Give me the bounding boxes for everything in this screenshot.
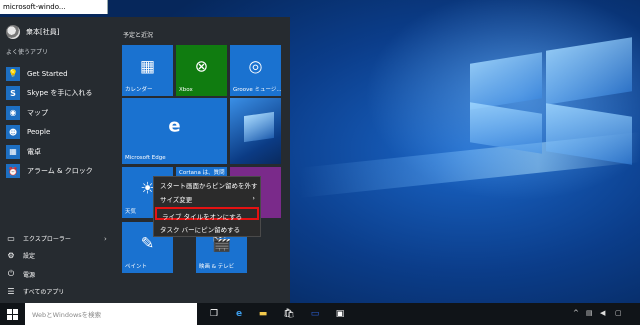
gear-icon: ⚙ [7,251,15,260]
settings-item[interactable]: ⚙ 設定 [6,251,35,260]
app-label: People [27,128,51,137]
wallpaper-logo-pane [470,52,542,110]
people-icon: ☻ [6,125,20,140]
most-used-list: 💡 Get Started S Skype を手に入れる ◉ マップ ☻ Peo… [6,64,111,181]
lightbulb-icon: 💡 [6,66,20,81]
store-icon[interactable]: 🛍 [282,307,296,321]
menu-item-label: タスク バーにピン留めする [160,226,241,234]
user-account[interactable]: 衆本[社員] [6,23,59,41]
wallpaper-logo-pane [470,102,542,154]
tile-label: Xbox [179,87,193,93]
power-label: 電源 [23,271,36,279]
window-title: microsoft-windo... [0,0,108,14]
list-icon: ☰ [7,287,15,296]
app-icon[interactable]: ▭ [308,307,322,321]
context-menu: スタート画面からピン留めを外す サイズ変更 › ライブ タイルをオンにする タス… [153,176,261,237]
menu-item-turn-live-tile-on[interactable]: ライブ タイルをオンにする [155,207,259,221]
app-label: Get Started [27,69,68,78]
folder-icon[interactable]: ▬ [256,307,270,321]
search-placeholder: WebとWindowsを検索 [32,311,102,319]
chevron-up-icon[interactable]: ^ [573,309,579,317]
tile-photos[interactable] [230,98,281,164]
network-icon[interactable]: ▤ [586,309,593,317]
avatar [6,25,20,39]
power-item[interactable]: ⏻ 電源 [6,269,35,279]
settings-label: 設定 [23,253,36,260]
tile-label: 映画 & テレビ [199,264,235,270]
app-item-get-started[interactable]: 💡 Get Started [6,64,111,84]
calculator-icon: ▦ [6,144,20,159]
task-view-icon[interactable]: ❐ [207,307,221,321]
app-label: Skype を手に入れる [27,89,93,98]
start-menu: 衆本[社員] よく使うアプリ 💡 Get Started S Skype を手に… [0,17,290,303]
tile-label: Microsoft Edge [125,155,166,161]
xbox-icon: ⊗ [194,56,209,76]
chevron-right-icon[interactable]: › [104,235,107,243]
music-disc-icon: ◎ [248,56,263,76]
edge-icon[interactable]: e [232,307,246,321]
tile-label: 天気 [125,209,137,215]
notification-icon[interactable]: ▢ [615,309,622,317]
menu-item-label: ライブ タイルをオンにする [162,213,243,221]
tile-calendar[interactable]: ▦ カレンダー [122,45,173,96]
search-input[interactable]: WebとWindowsを検索 [25,303,197,325]
most-used-label: よく使うアプリ [6,49,49,56]
app-item-alarms[interactable]: ⏰ アラーム & クロック [6,162,111,182]
chevron-right-icon: › [252,194,255,202]
all-apps-label: すべてのアプリ [23,289,65,296]
alarm-icon: ⏰ [6,164,20,179]
taskbar: WebとWindowsを検索 ❐ e ▬ 🛍 ▭ ▣ ^ ▤ ◀ ▢ [0,303,640,325]
menu-item-unpin-start[interactable]: スタート画面からピン留めを外す [155,178,259,191]
skype-icon: S [6,86,20,101]
app-label: アラーム & クロック [27,167,93,176]
volume-icon[interactable]: ◀ [600,309,605,317]
tile-group-label: 予定と近況 [123,32,154,39]
app-item-skype[interactable]: S Skype を手に入れる [6,84,111,104]
tile-groove[interactable]: ◎ Groove ミュージ... [230,45,281,96]
start-left-column: 衆本[社員] よく使うアプリ 💡 Get Started S Skype を手に… [0,17,113,303]
photo-thumbnail-icon [244,111,274,143]
tile-edge[interactable]: e Microsoft Edge [122,98,227,164]
folder-icon: ▭ [7,234,15,243]
power-icon: ⏻ [7,269,15,278]
menu-item-resize[interactable]: サイズ変更 › [155,192,259,205]
app-label: 電卓 [27,147,41,156]
all-apps-item[interactable]: ☰ すべてのアプリ [6,287,64,296]
windows-logo-icon [7,308,18,320]
app-item-calculator[interactable]: ▦ 電卓 [6,142,111,162]
start-button[interactable] [0,303,25,325]
tile-label: カレンダー [125,87,153,93]
menu-item-label: サイズ変更 [160,196,193,204]
menu-item-pin-taskbar[interactable]: タスク バーにピン留めする [155,222,259,235]
explorer-label: エクスプローラー [23,236,71,243]
map-icon: ◉ [6,105,20,120]
explorer-item[interactable]: ▭ エクスプローラー [6,234,71,243]
user-name: 衆本[社員] [26,28,60,36]
app-item-people[interactable]: ☻ People [6,123,111,143]
remote-desktop-icon[interactable]: ▣ [333,307,347,321]
wallpaper-logo-pane [546,37,632,105]
tile-label: Groove ミュージ... [233,87,281,93]
app-item-maps[interactable]: ◉ マップ [6,103,111,123]
tile-label: ペイント [125,264,148,270]
edge-icon: e [168,115,181,137]
menu-item-label: スタート画面からピン留めを外す [160,182,258,190]
tile-xbox[interactable]: ⊗ Xbox [176,45,227,96]
app-label: マップ [27,108,48,117]
calendar-icon: ▦ [139,56,156,76]
